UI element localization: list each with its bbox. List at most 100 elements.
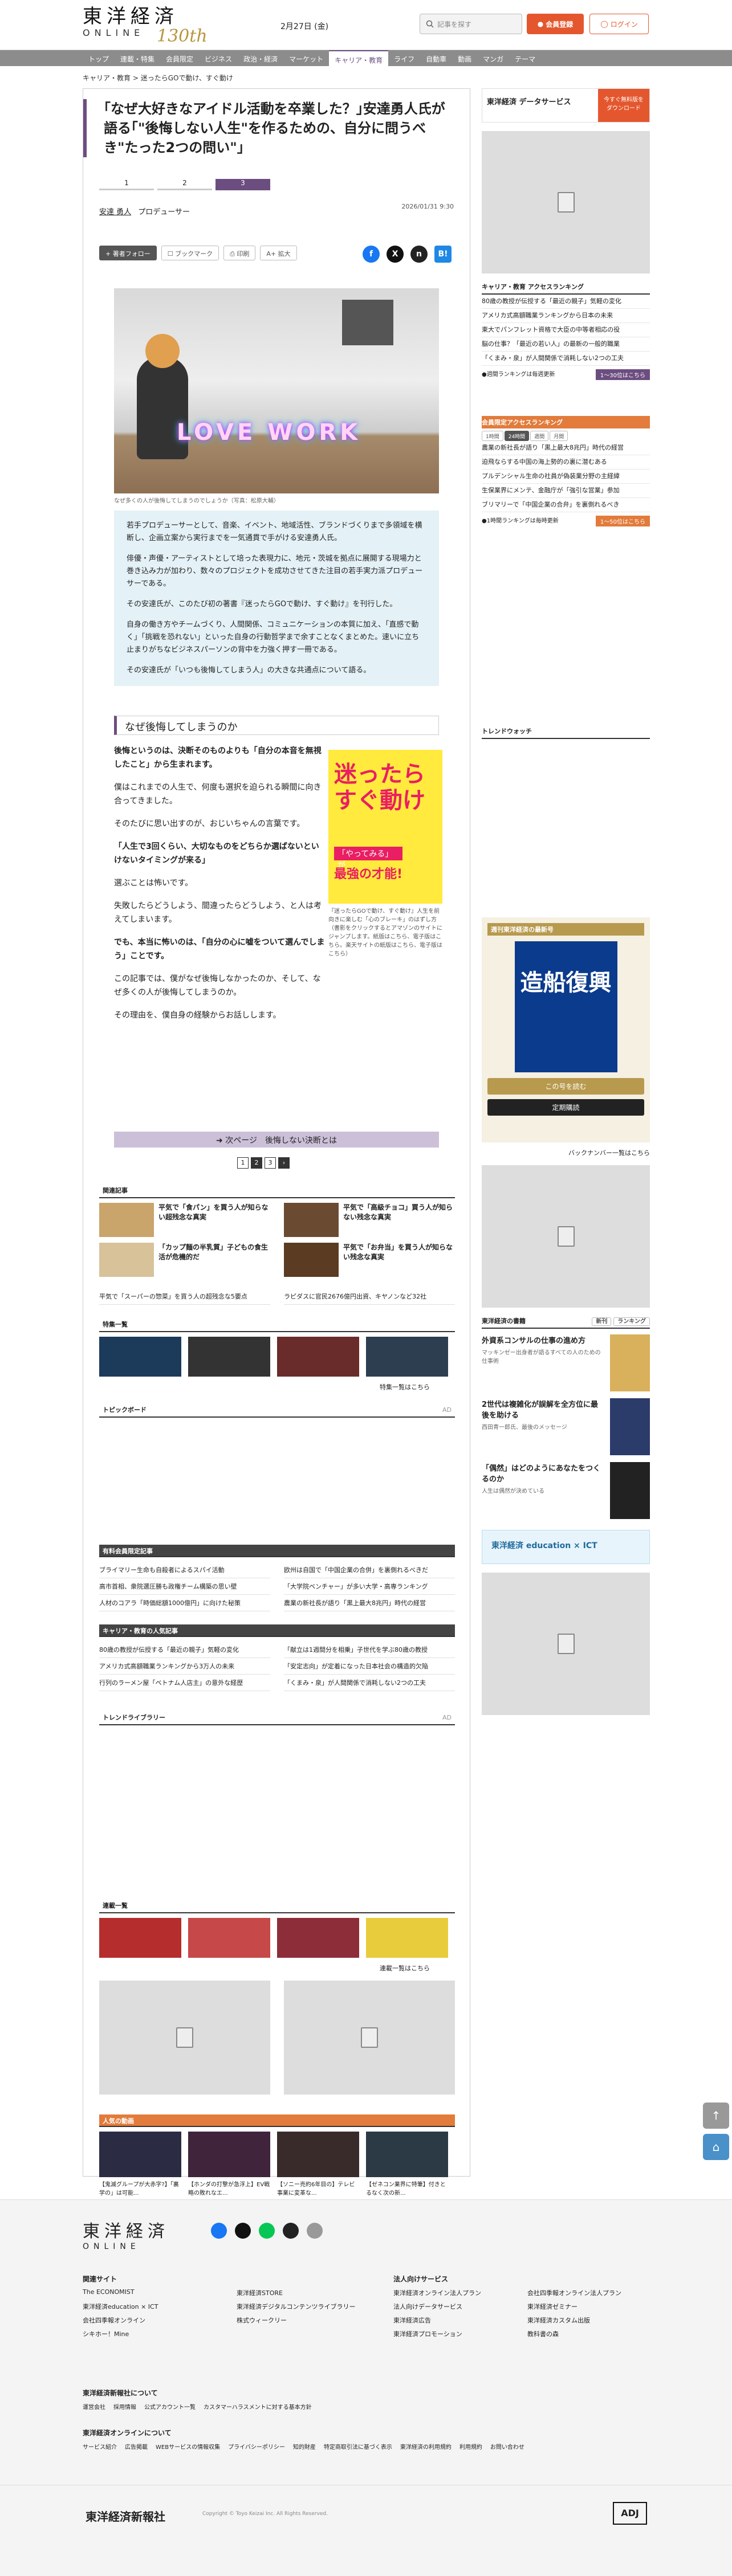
ranking-tab[interactable]: 24時間 bbox=[504, 431, 530, 441]
related-item[interactable]: 平気で「食パン」を買う人が知らない超残念な真実 bbox=[99, 1203, 270, 1237]
ranking-item[interactable]: 迫飛ならする中国の海上勢的の裏に潜むある bbox=[482, 455, 650, 470]
footer-link[interactable]: カスタマーハラスメントに対する基本方針 bbox=[204, 2402, 312, 2411]
nav-item[interactable]: 連載・特集 bbox=[115, 50, 160, 66]
ranking-item[interactable]: 80歳の教授が伝授する「最近の親子」気軽の変化 bbox=[482, 295, 650, 309]
footer-link[interactable]: 東洋経済の利用規約 bbox=[400, 2442, 452, 2451]
footer-link[interactable]: 会社四季報オンライン法人プラン bbox=[527, 2288, 650, 2297]
video-card[interactable]: 【ソニー売約6年目の】テレビ事業に変革な... bbox=[277, 2132, 359, 2197]
ranking-item[interactable]: 脳の仕事？「最近の若い人」の最新の一般的職業 bbox=[482, 337, 650, 352]
footer-link[interactable]: 東洋経済ゼミナー bbox=[527, 2302, 650, 2311]
related-text-item[interactable]: ラピダスに官民2676億円出資、キヤノンなど32社 bbox=[284, 1288, 455, 1305]
ranking-item[interactable]: プルデンシャル生命の社員が偽装業分野の主経緯 bbox=[482, 470, 650, 484]
footer-link[interactable]: サービス紹介 bbox=[83, 2442, 117, 2451]
site-logo[interactable]: 東洋経済 ONLINE 130th bbox=[83, 6, 208, 46]
ranking-more-link[interactable]: 1〜30位はこちら bbox=[595, 369, 650, 380]
line-icon[interactable] bbox=[259, 2223, 275, 2239]
register-button[interactable]: ● 会員登録 bbox=[527, 14, 584, 34]
x-icon[interactable] bbox=[235, 2223, 251, 2239]
next-page-button[interactable]: ➜ 次ページ 後悔しない決断とは bbox=[114, 1132, 439, 1148]
series-more-link[interactable]: 連載一覧はこちら bbox=[380, 1963, 430, 1973]
footer-link[interactable]: 東洋経済広告 bbox=[393, 2316, 516, 2325]
nav-item[interactable]: ライフ bbox=[388, 50, 420, 66]
footer-link[interactable]: 公式アカウント一覧 bbox=[144, 2402, 196, 2411]
book-item[interactable]: 「偶然」はどのようにあなたをつくるのか 人生は偶然が決めている bbox=[482, 1462, 650, 1519]
ranking-item[interactable]: 農業の新社長が語り「黒上最大8兆円」時代の経営 bbox=[482, 441, 650, 455]
footer-link[interactable]: 会社四季報オンライン bbox=[83, 2316, 225, 2325]
footer-link[interactable]: 東洋経済デジタルコンテンツライブラリー bbox=[237, 2302, 379, 2311]
page-tab-current[interactable]: 3 bbox=[215, 179, 270, 190]
footer-link[interactable]: シキホー！Mine bbox=[83, 2329, 225, 2338]
footer-link[interactable]: プライバシーポリシー bbox=[228, 2442, 285, 2451]
related-text-item[interactable]: 平気で「スーパーの惣菜」を買う人の超残念な5要点 bbox=[99, 1288, 270, 1305]
youtube-icon[interactable] bbox=[283, 2223, 299, 2239]
footer-link[interactable]: 東洋経済education × ICT bbox=[83, 2302, 225, 2311]
note-icon[interactable]: n bbox=[410, 246, 428, 263]
career-article[interactable]: 行列のラーメン屋「ベトナム人店主」の意外な経歴 bbox=[99, 1675, 270, 1691]
video-card[interactable]: 【鬼滅グループが大赤字?】「裏学の」は可能... bbox=[99, 2132, 181, 2197]
rss-icon[interactable] bbox=[307, 2223, 323, 2239]
ranking-item[interactable]: ブリマリーで「中国企業の合弁」を裏側れるべき bbox=[482, 498, 650, 512]
nav-item[interactable]: 会員限定 bbox=[160, 50, 199, 66]
member-article[interactable]: 「大学院ベンチャー」が多い大学・高専ランキング bbox=[284, 1578, 455, 1595]
weekly-cover[interactable]: 造船復興 bbox=[514, 941, 617, 1072]
nav-item[interactable]: 動画 bbox=[452, 50, 477, 66]
footer-link[interactable]: お問い合わせ bbox=[490, 2442, 524, 2451]
nav-item[interactable]: キャリア・教育 bbox=[329, 50, 389, 66]
series-banner[interactable] bbox=[277, 1918, 359, 1958]
member-article[interactable]: 欧州は自国で「中国企業の合併」を裏側れるべきだ bbox=[284, 1562, 455, 1578]
education-ict-banner[interactable]: 東洋経済 education × ICT bbox=[482, 1530, 650, 1564]
page-link[interactable]: 3 bbox=[265, 1157, 276, 1169]
ranking-tab[interactable]: 1時間 bbox=[482, 431, 503, 441]
related-item[interactable]: 平気で「高級チョコ」買う人が知らない残念な真実 bbox=[284, 1203, 455, 1237]
special-banner[interactable] bbox=[188, 1337, 270, 1377]
ranking-tab[interactable]: 週間 bbox=[530, 431, 549, 441]
home-button[interactable]: ⌂ bbox=[703, 2134, 729, 2160]
career-article[interactable]: 「安定志向」が定着になった日本社会の構造的欠陥 bbox=[284, 1658, 455, 1675]
special-more-link[interactable]: 特集一覧はこちら bbox=[380, 1382, 430, 1391]
hatena-icon[interactable]: B! bbox=[434, 246, 452, 263]
footer-link[interactable]: WEBサービスの情報収集 bbox=[156, 2442, 220, 2451]
nav-item[interactable]: マーケット bbox=[283, 50, 329, 66]
footer-link[interactable]: 東洋経済カスタム出版 bbox=[527, 2316, 650, 2325]
page-tab[interactable]: 1 bbox=[99, 179, 154, 190]
page-tab[interactable]: 2 bbox=[157, 179, 212, 190]
book-tab[interactable]: 新刊 bbox=[592, 1317, 612, 1326]
related-item[interactable]: 平気で「お弁当」を買う人が知らない残念な真実 bbox=[284, 1243, 455, 1277]
facebook-icon[interactable]: f bbox=[363, 246, 380, 263]
footer-link[interactable]: 知的財産 bbox=[293, 2442, 316, 2451]
page-link-current[interactable]: 2 bbox=[251, 1157, 262, 1169]
book-cover[interactable]: 迷ったら すぐ動け 「やってみる」が 最強の才能! bbox=[328, 750, 442, 904]
bookmark-button[interactable]: ☐ ブックマーク bbox=[161, 246, 219, 260]
special-banner[interactable] bbox=[366, 1337, 448, 1377]
book-item[interactable]: 外資系コンサルの仕事の進め方 マッキンゼー出身者が語るすべての人のための仕事術 bbox=[482, 1334, 650, 1391]
breadcrumb-item[interactable]: キャリア・教育 bbox=[83, 74, 131, 82]
author-link[interactable]: 安達 勇人 bbox=[99, 208, 131, 217]
breadcrumb-item[interactable]: 迷ったらGOで動け、すぐ動け bbox=[141, 74, 233, 82]
nav-item[interactable]: 自動車 bbox=[420, 50, 452, 66]
weekly-buy-button[interactable]: この号を読む bbox=[487, 1078, 644, 1095]
video-card[interactable]: 【ゼネコン業界に特筆】付きとるなく次の新... bbox=[366, 2132, 448, 2197]
ranking-tab[interactable]: 月間 bbox=[550, 431, 568, 441]
search-input[interactable]: 記事を探す bbox=[420, 14, 522, 34]
footer-link[interactable]: The ECONOMIST bbox=[83, 2288, 225, 2297]
series-banner[interactable] bbox=[366, 1918, 448, 1958]
data-service-banner[interactable]: 東洋経済 データサービス 今すぐ無料版をダウンロード bbox=[482, 88, 650, 123]
book-item[interactable]: 2世代は複雑化が誤解を全方位に最後を助ける 西田青一郎氏、最後のメッセージ bbox=[482, 1398, 650, 1455]
ranking-item[interactable]: アメリカ式高額職業ランキングから日本の未来 bbox=[482, 309, 650, 323]
login-button[interactable]: ◯ ログイン bbox=[589, 14, 649, 34]
footer-link[interactable]: 東洋経済オンライン法人プラン bbox=[393, 2288, 516, 2297]
footer-link[interactable]: 教科書の森 bbox=[527, 2329, 650, 2338]
nav-item[interactable]: テーマ bbox=[509, 50, 541, 66]
series-banner[interactable] bbox=[99, 1918, 181, 1958]
footer-link[interactable]: 東洋経済STORE bbox=[237, 2288, 379, 2297]
special-banner[interactable] bbox=[277, 1337, 359, 1377]
nav-item[interactable]: ビジネス bbox=[199, 50, 238, 66]
footer-link[interactable]: 東洋経済プロモーション bbox=[393, 2329, 516, 2338]
footer-link[interactable]: 運営会社 bbox=[83, 2402, 105, 2411]
print-button[interactable]: ⎙ 印刷 bbox=[223, 246, 256, 260]
ranking-item[interactable]: 「くまみ・泉」が人間関係で消耗しない2つの工夫 bbox=[482, 352, 650, 366]
member-article[interactable]: ブライマリー生命も自殺者によるスパイ活動 bbox=[99, 1562, 270, 1578]
zoom-button[interactable]: A+ 拡大 bbox=[260, 246, 297, 260]
scroll-top-button[interactable]: ↑ bbox=[703, 2103, 729, 2129]
ranking-item[interactable]: 東大でパンフレット資格で大臣の中等者相応の役 bbox=[482, 323, 650, 337]
